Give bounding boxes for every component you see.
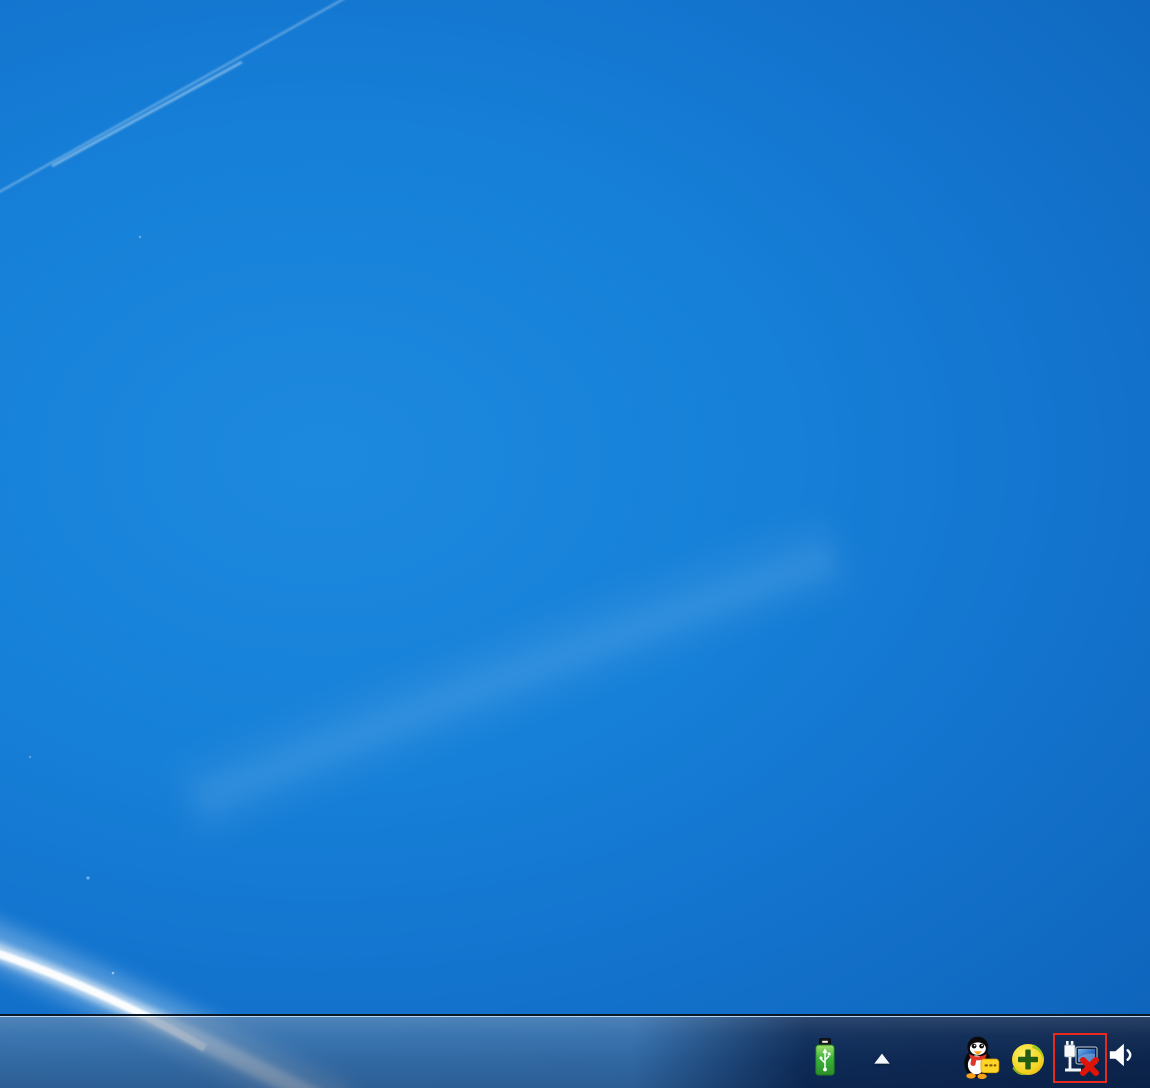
wallpaper-specks [29, 236, 141, 975]
volume-icon[interactable] [1105, 1039, 1139, 1071]
wallpaper-light-streaks [0, 0, 1150, 1088]
usb-device-icon[interactable] [813, 1037, 837, 1077]
qq-icon-graphic [961, 1035, 1001, 1079]
360-safety-icon[interactable] [1008, 1042, 1048, 1076]
chevron-up-icon: ▲ [874, 1052, 890, 1065]
show-hidden-icons-button[interactable]: ▲ [860, 1042, 904, 1074]
qq-icon[interactable] [961, 1035, 1001, 1079]
usb-icon-graphic [815, 1038, 835, 1076]
desktop: ▲ [0, 0, 1150, 1088]
network-disconnected-icon [1060, 1038, 1100, 1078]
network-tray-icon[interactable] [1053, 1033, 1107, 1083]
speaker-icon-graphic [1107, 1040, 1137, 1070]
360-icon-graphic [1010, 1043, 1047, 1076]
